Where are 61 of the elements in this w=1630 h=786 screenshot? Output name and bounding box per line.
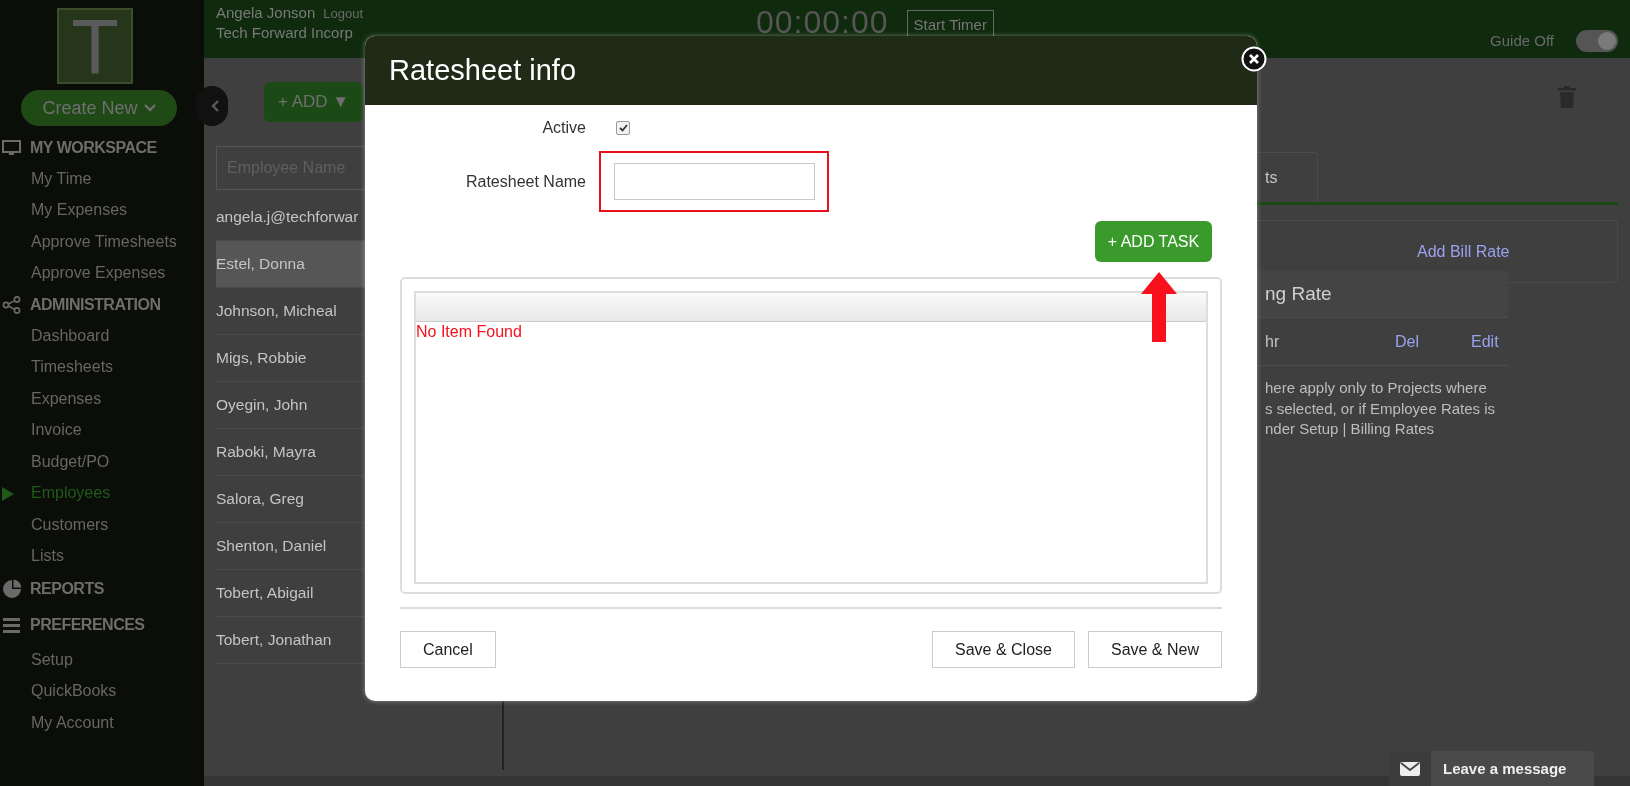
section-heading: MY WORKSPACE (30, 138, 157, 157)
chat-widget[interactable]: Leave a message (1389, 751, 1594, 786)
create-new-button[interactable]: Create New (21, 90, 177, 126)
sidebar-item[interactable]: Invoice (31, 421, 82, 440)
sidebar-item[interactable]: Approve Timesheets (31, 232, 177, 251)
active-checkbox[interactable] (616, 121, 630, 135)
empty-message: No Item Found (416, 322, 523, 341)
add-bill-rate-link[interactable]: Add Bill Rate (1417, 242, 1510, 261)
edit-link[interactable]: Edit (1471, 332, 1499, 351)
sidebar-item[interactable]: Employees (31, 484, 111, 503)
field-label: Ratesheet Name (464, 172, 586, 191)
sidebar-item[interactable]: Setup (31, 650, 73, 669)
delete-link[interactable]: Del (1395, 332, 1471, 351)
user-name: Angela Jonson (216, 4, 316, 21)
sidebar-item[interactable]: QuickBooks (31, 682, 117, 701)
sliders-icon (2, 616, 22, 634)
sidebar-item[interactable]: Timesheets (31, 358, 114, 377)
guide-toggle[interactable] (1576, 30, 1618, 52)
sidebar-item[interactable]: Customers (31, 515, 109, 534)
company-name: Tech Forward Incorp (216, 24, 354, 41)
logo: T (57, 8, 133, 84)
field-label: Active (541, 119, 586, 137)
add-task-button[interactable]: + ADD TASK (1095, 221, 1212, 262)
guide-label: Guide Off (1490, 32, 1554, 49)
share-icon (2, 295, 22, 314)
sidebar-item[interactable]: My Time (31, 169, 92, 188)
logout-link[interactable]: Logout (323, 6, 363, 21)
save-new-button[interactable]: Save & New (1087, 631, 1222, 668)
input-field[interactable] (613, 163, 815, 200)
sidebar-item[interactable]: Expenses (31, 389, 102, 408)
sidebar-item[interactable]: Lists (31, 547, 64, 566)
close-icon[interactable] (1241, 46, 1267, 72)
sidebar-item[interactable]: Dashboard (31, 326, 110, 345)
collapse-button[interactable] (196, 86, 228, 126)
add-button[interactable]: + ADD ▼ (264, 82, 364, 122)
cancel-button[interactable]: Cancel (400, 631, 496, 668)
save-close-button[interactable]: Save & Close (932, 631, 1075, 668)
timer-display: 00:00:00 (756, 4, 889, 40)
section-heading: PREFERENCES (30, 616, 145, 634)
section-heading: REPORTS (30, 580, 104, 598)
section-heading: ADMINISTRATION (30, 295, 161, 314)
sidebar-item[interactable]: My Account (31, 713, 114, 732)
triangle-icon (2, 486, 14, 501)
sidebar-item[interactable]: My Expenses (31, 201, 128, 220)
sidebar-item[interactable]: Approve Expenses (31, 264, 166, 283)
chat-label: Leave a message (1442, 759, 1568, 779)
employee-row[interactable]: Estel, Donna (216, 241, 365, 288)
table-cell-text: hr (1264, 332, 1281, 351)
table-header: ng Rate (1257, 271, 1508, 318)
sidebar-item[interactable]: Budget/PO (31, 452, 110, 471)
checkmark-icon (618, 124, 628, 132)
note-text: s selected, or if Employee Rates is (1264, 398, 1497, 419)
chevron-icon (143, 104, 156, 112)
mail-icon (1400, 761, 1420, 776)
arrow-icon (1141, 272, 1177, 342)
pie-chart-icon (2, 579, 22, 599)
modal-title: Ratesheet info (389, 54, 576, 87)
monitor-icon (2, 139, 22, 156)
note-text: here apply only to Projects where (1264, 378, 1488, 398)
chevron-left-icon (211, 100, 219, 112)
note-text: nder Setup | Billing Rates (1264, 419, 1435, 439)
